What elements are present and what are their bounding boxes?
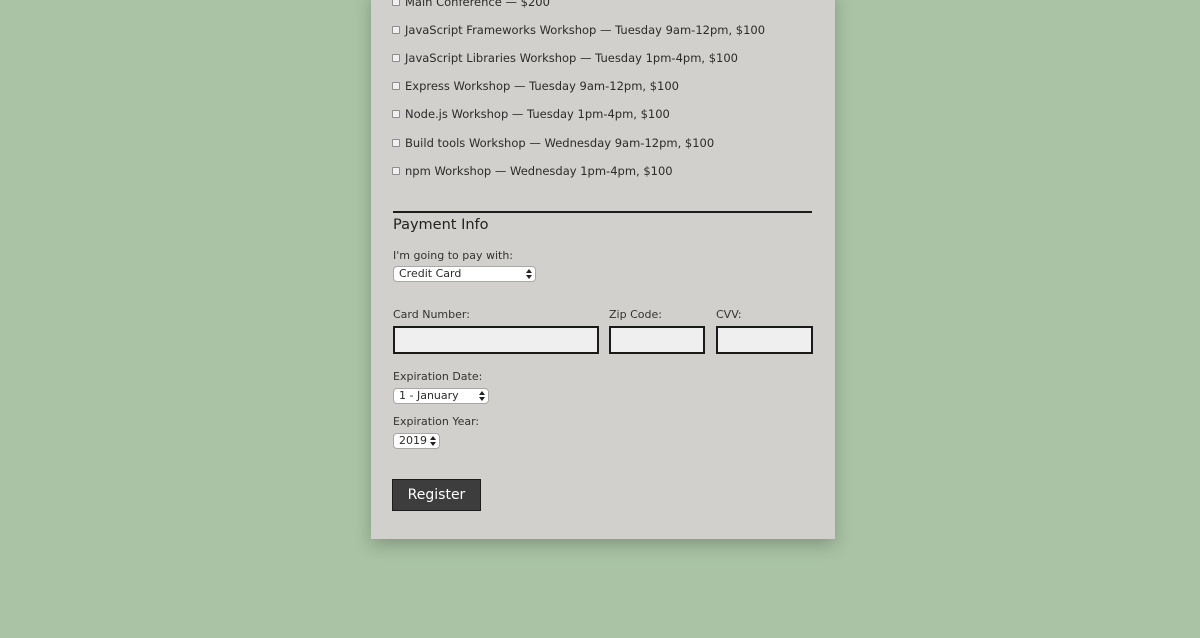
expiration-date-select[interactable]: 1 - January xyxy=(393,388,489,404)
cvv-input[interactable] xyxy=(716,326,813,354)
zip-code-input[interactable] xyxy=(609,326,705,354)
checkbox[interactable] xyxy=(392,167,400,175)
activity-nodejs[interactable]: Node.js Workshop — Tuesday 1pm-4pm, $100 xyxy=(392,107,670,121)
checkbox[interactable] xyxy=(392,0,400,6)
checkbox[interactable] xyxy=(392,26,400,34)
register-button[interactable]: Register xyxy=(392,479,481,511)
card-number-input[interactable] xyxy=(393,326,599,354)
payment-method-value: Credit Card xyxy=(399,267,462,280)
expiration-year-value: 2019 xyxy=(399,434,427,447)
activity-label: npm Workshop — Wednesday 1pm-4pm, $100 xyxy=(405,164,673,178)
activity-label: JavaScript Frameworks Workshop — Tuesday… xyxy=(405,23,766,37)
select-arrows-icon xyxy=(430,435,436,447)
registration-form: Main Conference — $200 JavaScript Framew… xyxy=(371,0,835,539)
activity-js-frameworks[interactable]: JavaScript Frameworks Workshop — Tuesday… xyxy=(392,23,765,37)
section-divider xyxy=(393,211,812,213)
activity-label: Main Conference — $200 xyxy=(405,0,550,9)
expiration-year-select[interactable]: 2019 xyxy=(393,433,440,449)
activity-build-tools[interactable]: Build tools Workshop — Wednesday 9am-12p… xyxy=(392,136,714,150)
checkbox[interactable] xyxy=(392,139,400,147)
expiration-date-label: Expiration Date: xyxy=(393,370,483,383)
cvv-label: CVV: xyxy=(716,308,742,321)
card-number-label: Card Number: xyxy=(393,308,470,321)
expiration-year-label: Expiration Year: xyxy=(393,415,480,428)
activity-main-conference[interactable]: Main Conference — $200 xyxy=(392,0,550,9)
activity-label: Express Workshop — Tuesday 9am-12pm, $10… xyxy=(405,79,679,93)
zip-code-label: Zip Code: xyxy=(609,308,662,321)
activity-js-libraries[interactable]: JavaScript Libraries Workshop — Tuesday … xyxy=(392,51,738,65)
activity-express[interactable]: Express Workshop — Tuesday 9am-12pm, $10… xyxy=(392,79,679,93)
activity-label: JavaScript Libraries Workshop — Tuesday … xyxy=(405,51,738,65)
select-arrows-icon xyxy=(479,390,485,402)
payment-method-select[interactable]: Credit Card xyxy=(393,266,536,282)
activity-npm[interactable]: npm Workshop — Wednesday 1pm-4pm, $100 xyxy=(392,164,673,178)
checkbox[interactable] xyxy=(392,110,400,118)
payment-method-label: I'm going to pay with: xyxy=(393,249,514,262)
activity-label: Node.js Workshop — Tuesday 1pm-4pm, $100 xyxy=(405,107,670,121)
payment-info-title: Payment Info xyxy=(393,217,489,233)
checkbox[interactable] xyxy=(392,54,400,62)
expiration-date-value: 1 - January xyxy=(399,389,459,402)
select-arrows-icon xyxy=(526,268,532,280)
activity-label: Build tools Workshop — Wednesday 9am-12p… xyxy=(405,136,715,150)
checkbox[interactable] xyxy=(392,82,400,90)
